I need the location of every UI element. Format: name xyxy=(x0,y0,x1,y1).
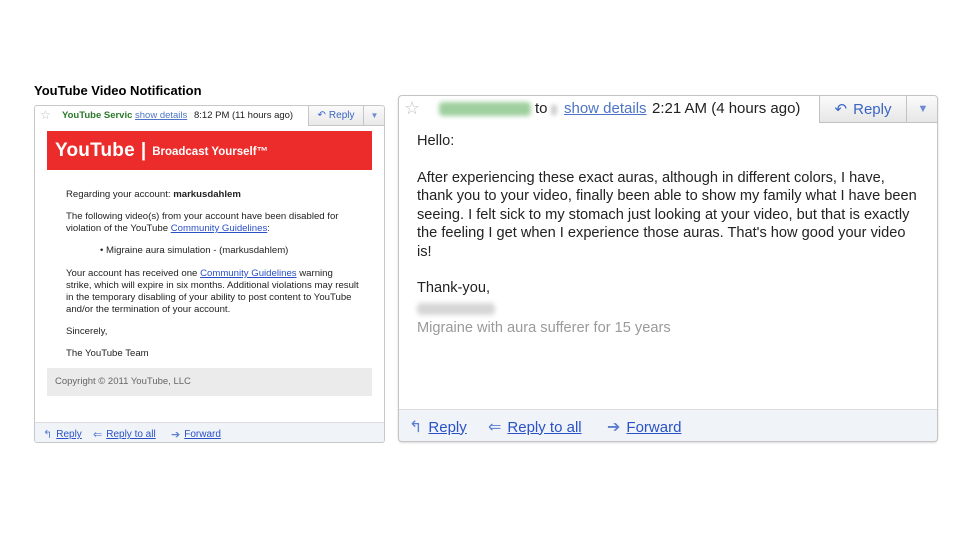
youtube-logo: YouTube xyxy=(55,139,135,161)
message-paragraph: After experiencing these exact auras, al… xyxy=(417,169,917,260)
reply-arrow-icon: ↰ xyxy=(409,419,423,436)
email-actions-bar: ↰ Reply ⇐ Reply to all ➔ Forward xyxy=(399,409,937,441)
youtube-notification-email: ☆ YouTube Service show details 8:12 PM (… xyxy=(34,105,385,443)
reply-all-action-label: Reply to all xyxy=(106,429,156,440)
youtube-banner: YouTube | Broadcast Yourself™ xyxy=(47,131,372,170)
forward-action-label: Forward xyxy=(626,418,682,436)
email-body: Regarding your account: markusdahlem The… xyxy=(66,189,361,370)
reply-email: ☆ to show details 2:21 AM (4 hours ago) … xyxy=(398,95,938,442)
reply-button[interactable]: ↶ Reply xyxy=(819,96,907,123)
regarding-prefix: Regarding your account: xyxy=(66,189,174,200)
more-options-button[interactable]: ▼ xyxy=(906,96,937,123)
sender-name[interactable]: YouTube Service xyxy=(62,110,132,121)
star-icon[interactable]: ☆ xyxy=(40,108,51,122)
reply-button-label: Reply xyxy=(853,100,892,118)
disabled-video-title: Migraine aura simulation - (markusdahlem… xyxy=(106,245,289,256)
sincerely: Sincerely, xyxy=(66,326,108,337)
reply-arrow-icon: ↶ xyxy=(834,101,848,118)
section-title: YouTube Video Notification xyxy=(34,83,202,98)
reply-all-action-label: Reply to all xyxy=(507,418,582,436)
disabled-video-item: • Migraine aura simulation - (markusdahl… xyxy=(100,245,289,256)
forward-arrow-icon: ➔ xyxy=(171,429,181,441)
reply-action-label: Reply xyxy=(428,418,467,436)
colon: : xyxy=(267,223,270,234)
reply-all-action[interactable]: ⇐ Reply to all xyxy=(93,428,156,441)
star-icon[interactable]: ☆ xyxy=(404,98,420,119)
greeting: Hello: xyxy=(417,133,455,149)
recipient-redacted xyxy=(551,105,557,115)
triangle-down-icon: ▼ xyxy=(370,111,379,120)
regarding-line: Regarding your account: markusdahlem xyxy=(66,189,361,201)
email-time: 8:12 PM (11 hours ago) xyxy=(194,110,294,121)
banner-separator: | xyxy=(140,139,147,161)
email-footer: Copyright © 2011 YouTube, LLC xyxy=(47,368,372,396)
triangle-down-icon: ▼ xyxy=(917,103,929,115)
reply-all-action[interactable]: ⇐ Reply to all xyxy=(488,417,582,437)
reply-button-label: Reply xyxy=(328,110,355,121)
reply-arrow-icon: ↰ xyxy=(43,429,53,441)
to-label: to xyxy=(535,100,548,117)
strike-notice: Your account has received one Community … xyxy=(66,268,361,316)
reply-all-icon: ⇐ xyxy=(488,419,502,436)
reply-all-icon: ⇐ xyxy=(93,429,103,441)
email-header: ☆ YouTube Service show details 8:12 PM (… xyxy=(35,106,384,126)
signature-line: Migraine with aura sufferer for 15 years xyxy=(417,319,671,336)
reply-arrow-icon: ↶ xyxy=(317,110,326,121)
disabled-notice: The following video(s) from your account… xyxy=(66,211,361,235)
forward-arrow-icon: ➔ xyxy=(607,419,621,436)
reply-action[interactable]: ↰ Reply xyxy=(409,417,467,437)
team-signature: The YouTube Team xyxy=(66,348,149,359)
forward-action-label: Forward xyxy=(184,429,221,440)
banner-tagline: Broadcast Yourself™ xyxy=(152,146,269,158)
email-actions-bar: ↰ Reply ⇐ Reply to all ➔ Forward xyxy=(35,422,384,442)
forward-action[interactable]: ➔ Forward xyxy=(607,417,681,437)
forward-action[interactable]: ➔ Forward xyxy=(171,428,221,441)
reply-action-label: Reply xyxy=(56,429,82,440)
reply-action[interactable]: ↰ Reply xyxy=(43,428,82,441)
show-details-link[interactable]: show details xyxy=(135,110,187,121)
email-header: ☆ to show details 2:21 AM (4 hours ago) … xyxy=(399,96,937,123)
signer-name-redacted xyxy=(417,302,495,315)
sender-name-redacted xyxy=(439,102,531,116)
email-body: Hello: After experiencing these exact au… xyxy=(417,132,922,337)
account-name: markusdahlem xyxy=(173,189,241,200)
show-details-link[interactable]: show details xyxy=(564,100,647,117)
more-options-button[interactable]: ▼ xyxy=(363,106,384,126)
community-guidelines-link-2[interactable]: Community Guidelines xyxy=(200,268,297,279)
email-time: 2:21 AM (4 hours ago) xyxy=(652,100,801,117)
strike-prefix: Your account has received one xyxy=(66,268,201,279)
reply-button[interactable]: ↶ Reply xyxy=(308,106,364,126)
closing: Thank-you, xyxy=(417,280,491,296)
community-guidelines-link[interactable]: Community Guidelines xyxy=(171,223,268,234)
